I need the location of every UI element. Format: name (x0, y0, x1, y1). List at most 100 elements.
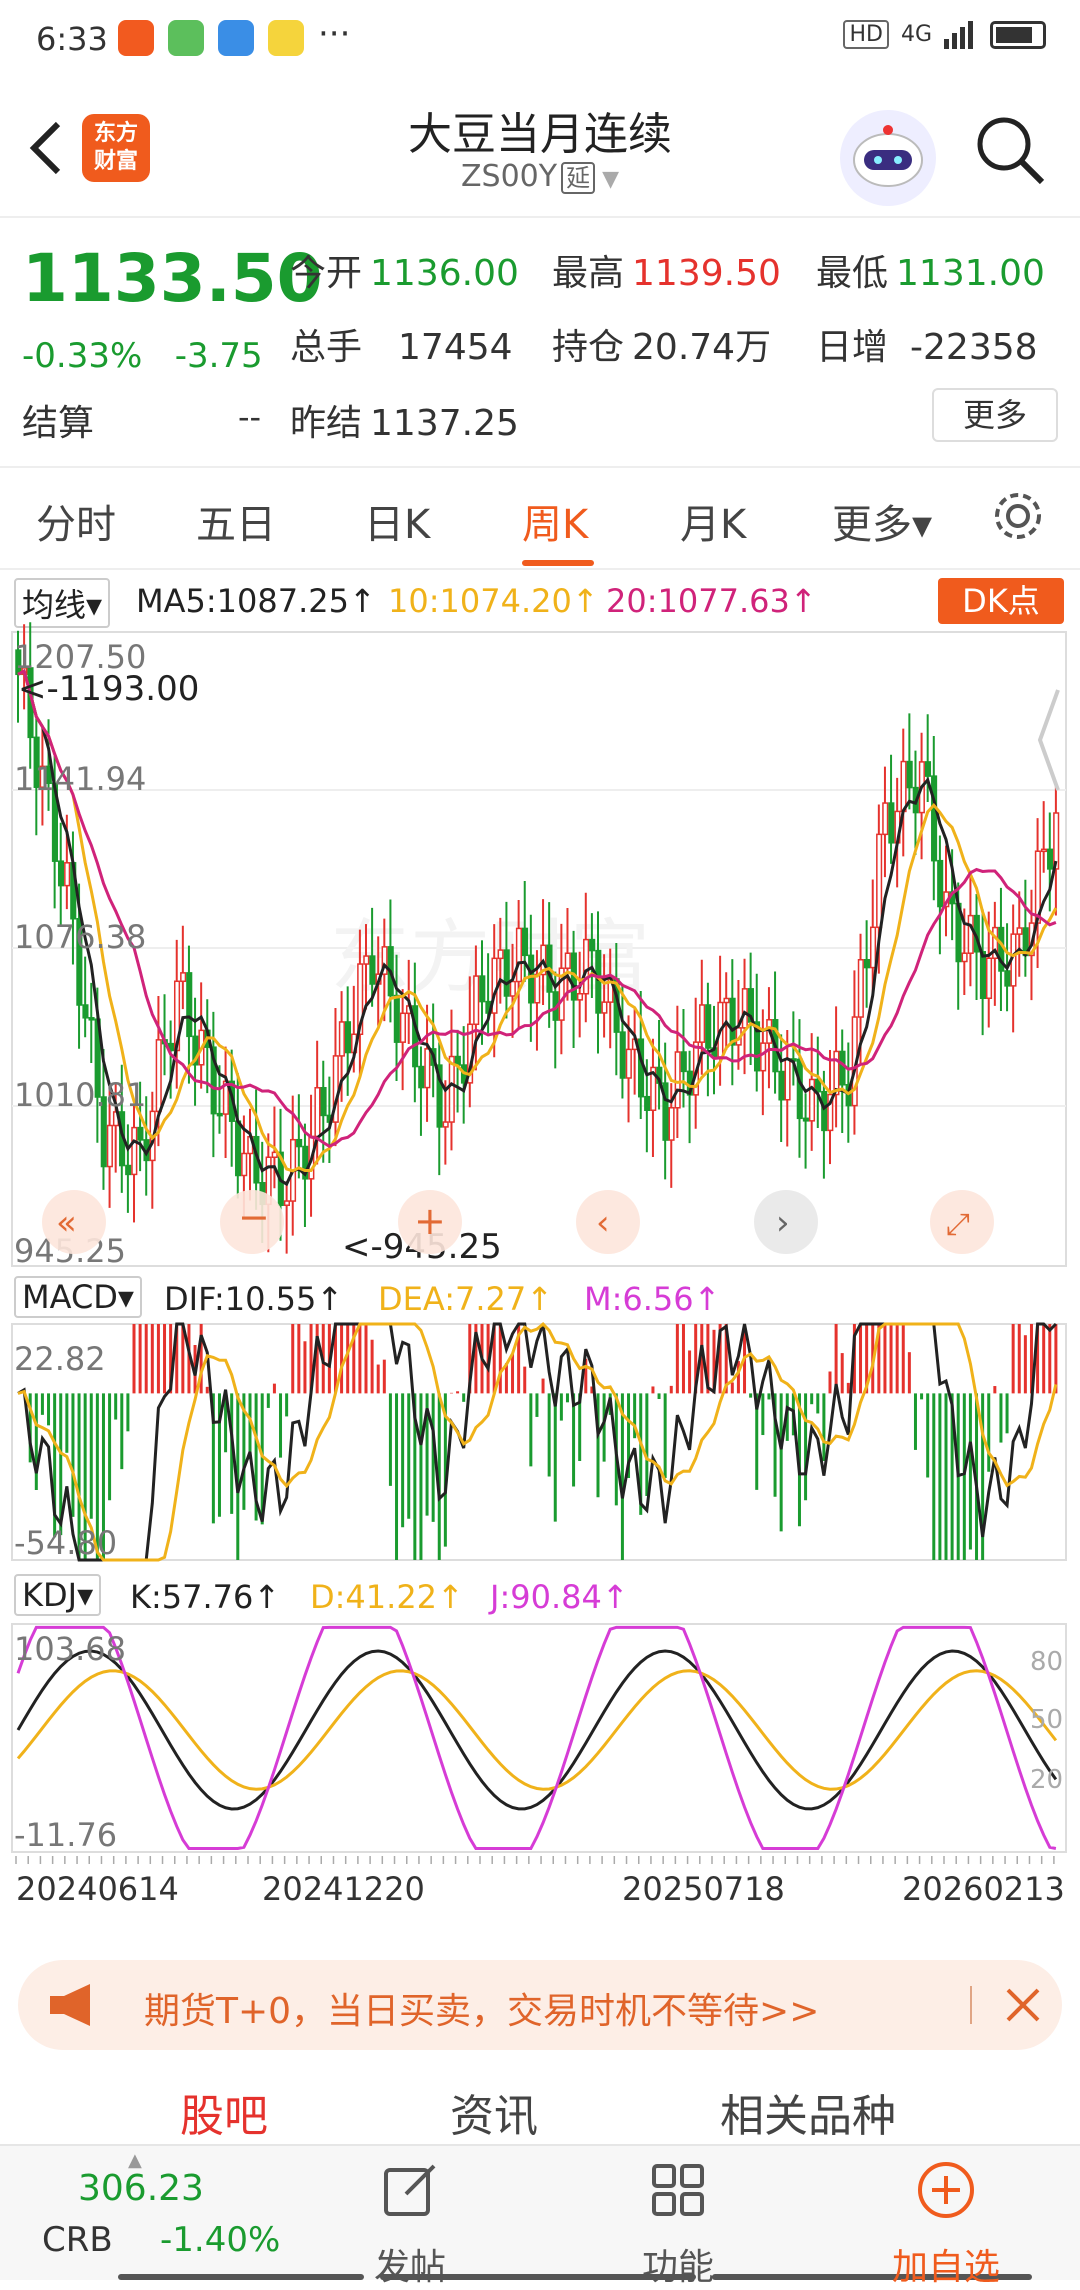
candle-body (1053, 812, 1060, 870)
candle-body (876, 833, 883, 929)
candle-body (723, 997, 730, 1004)
candle-body (393, 994, 400, 1043)
svg-text:›: › (776, 1203, 790, 1243)
kline-chart[interactable]: 东方财富 1207.50 1141.94 1076.38 1010.81 945… (0, 0, 1080, 1950)
candle-body (967, 914, 974, 954)
candle-body (729, 997, 736, 1046)
candle-body (821, 1090, 828, 1132)
candle-body (680, 1051, 687, 1073)
candle-body (216, 1112, 223, 1117)
candle-body (796, 1058, 803, 1120)
tab-related[interactable]: 相关品种 (720, 2080, 896, 2144)
candle-body (283, 1200, 290, 1207)
max-marker: <-1193.00 (18, 669, 199, 709)
candle-body (778, 1070, 785, 1101)
date-label-2: 20241220 (262, 1870, 425, 1908)
candle-body (528, 954, 535, 1004)
candle-body (235, 1120, 242, 1177)
date-label-4: 20260213 (902, 1870, 1065, 1908)
crb-change[interactable]: -1.40% (160, 2220, 280, 2260)
crb-name[interactable]: CRB (42, 2220, 113, 2260)
section-tabs: 股吧 资讯 相关品种 (0, 2070, 1080, 2144)
svg-text:80: 80 (1030, 1647, 1063, 1677)
candle-body (448, 1055, 455, 1123)
candle-body (619, 1031, 626, 1079)
candle-body (106, 1124, 113, 1168)
candle-body (369, 955, 376, 985)
svg-text:«: « (56, 1203, 77, 1243)
candle-body (985, 957, 993, 1000)
svg-text:⤢: ⤢ (946, 1207, 970, 1242)
candle-body (979, 951, 986, 1000)
candle-body (595, 949, 602, 1014)
j-value: J:90.84↑ (490, 1578, 629, 1616)
candle-body (399, 1012, 406, 1043)
candle-body (503, 949, 510, 997)
candle-body (314, 1086, 321, 1138)
close-icon[interactable] (1002, 1984, 1044, 2026)
candle-body (900, 760, 907, 813)
promo-banner[interactable]: 期货T+0，当日买卖，交易时机不等待>> (18, 1960, 1062, 2050)
add-watchlist-button[interactable]: 加自选 (876, 2160, 1016, 2290)
candle-body (521, 927, 529, 957)
candle-body (583, 938, 590, 995)
candle-body (1040, 848, 1048, 853)
candle-body (924, 761, 932, 777)
ma20-line (17, 668, 1057, 1148)
svg-text:20: 20 (1030, 1765, 1063, 1795)
plus-circle-icon (918, 2162, 974, 2218)
candle-body (137, 1126, 144, 1141)
promo-text: 期货T+0，当日买卖，交易时机不等待>> (144, 1991, 820, 2032)
collapse-arrow-icon[interactable] (1037, 689, 1060, 791)
candle-body (320, 1086, 327, 1117)
candle-body (1004, 970, 1011, 987)
crb-value[interactable]: 306.23 (78, 2168, 204, 2209)
macd-top-label: 22.82 (14, 1340, 106, 1378)
kdj-selector[interactable]: KDJ▾ (14, 1574, 102, 1616)
candle-body (802, 1117, 809, 1122)
d-line (16, 1669, 1058, 1791)
k-line (16, 1649, 1058, 1811)
candle-body (344, 1021, 352, 1054)
macd-selector[interactable]: MACD▾ (14, 1276, 142, 1318)
edit-icon (384, 2164, 436, 2216)
functions-button[interactable]: 功能 (608, 2160, 748, 2290)
candle-body (674, 1051, 681, 1109)
chart-controls: « − + ‹ › ⤢ (42, 1190, 994, 1254)
candle-body (473, 975, 480, 1026)
candle-body (668, 1107, 675, 1141)
candle-body (601, 1001, 608, 1014)
macd-header: MACD▾ DIF:10.55↑ DEA:7.27↑ M:6.56↑ (0, 1274, 1080, 1322)
svg-text:+: + (414, 1199, 446, 1243)
candle-body (296, 1138, 303, 1148)
bottom-bar: ▲ 306.23 CRB -1.40% 发帖 功能 加自选 (0, 2144, 1080, 2288)
candle-body (760, 1042, 767, 1072)
y-label-4: 1010.81 (14, 1076, 146, 1114)
candle-body (338, 1021, 345, 1057)
candle-body (839, 1050, 846, 1086)
candle-body (931, 775, 938, 862)
candle-body (82, 1004, 89, 1019)
megaphone-icon (50, 1984, 90, 2026)
candle-body (1047, 848, 1054, 870)
k-value: K:57.76↑ (130, 1578, 281, 1616)
svg-text:50: 50 (1030, 1705, 1063, 1735)
svg-text:‹: ‹ (596, 1203, 610, 1243)
grid-icon (652, 2164, 704, 2216)
dif-value: DIF:10.55↑ (164, 1280, 344, 1318)
candle-body (741, 988, 748, 1029)
candle-body (784, 1058, 791, 1101)
candle-body (589, 938, 596, 952)
tab-guba[interactable]: 股吧 (180, 2080, 268, 2144)
dif-line (17, 1322, 1057, 1562)
tab-news[interactable]: 资讯 (450, 2080, 538, 2144)
kdj-top-label: 103.68 (14, 1630, 126, 1668)
candle-body (961, 952, 968, 963)
candle-body (88, 1017, 95, 1021)
candle-body (869, 926, 877, 969)
candle-body (442, 1121, 449, 1128)
candle-body (644, 1095, 651, 1111)
m-value: M:6.56↑ (584, 1280, 721, 1318)
post-button[interactable]: 发帖 (340, 2160, 480, 2290)
candle-body (515, 927, 522, 983)
